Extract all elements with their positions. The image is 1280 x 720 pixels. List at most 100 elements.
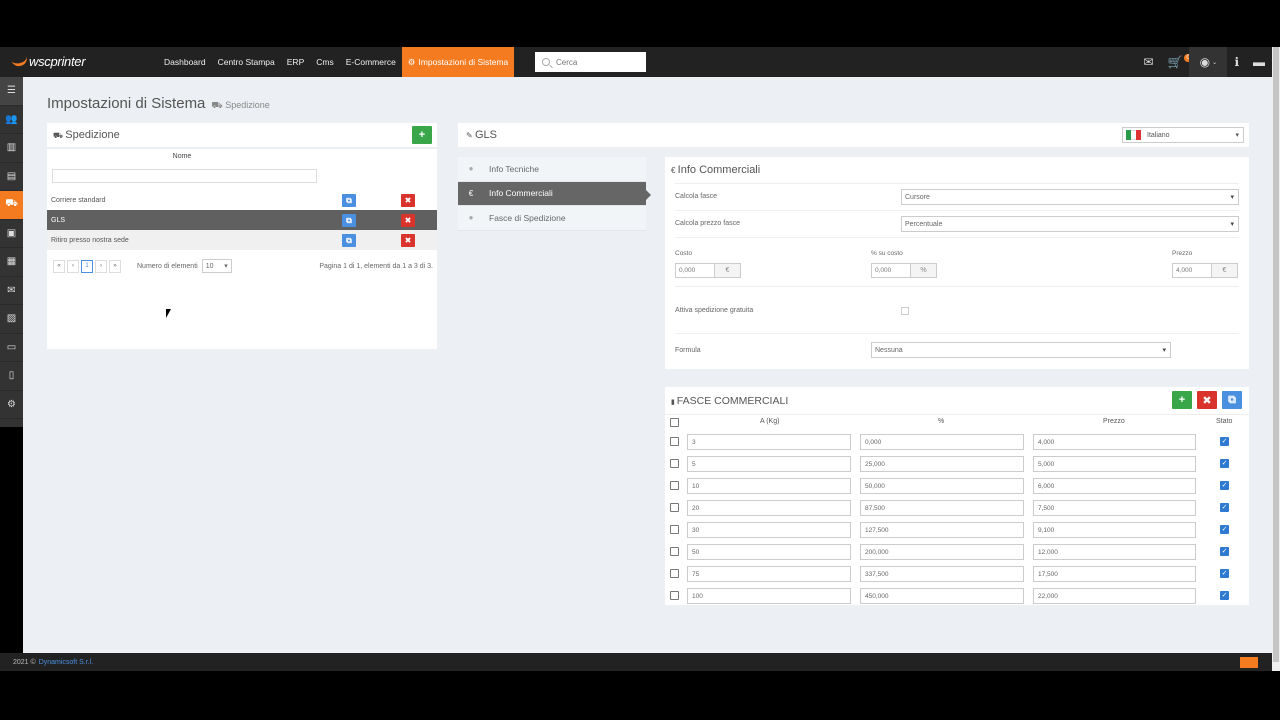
envelope-icon[interactable]: ✉ [0,277,23,305]
file-icon[interactable]: ▯ [0,362,23,391]
per-page-select[interactable]: 10 ▾ [201,259,232,273]
stato-checkbox[interactable]: ✓ [1220,547,1229,556]
perc-input[interactable]: 87,500 [860,500,1024,516]
stato-checkbox[interactable]: ✓ [1220,591,1229,600]
prezzo-input[interactable]: 5,000 [1033,456,1196,472]
row-checkbox[interactable] [670,503,679,512]
nav-centro-stampa[interactable]: Centro Stampa [212,47,281,77]
stato-checkbox[interactable]: ✓ [1220,525,1229,534]
perc-input[interactable]: 200,000 [860,544,1024,560]
a-kg-input[interactable]: 100 [687,588,851,604]
a-kg-input[interactable]: 50 [687,544,851,560]
delete-button[interactable]: ✖ [401,234,415,247]
search-box[interactable] [535,52,646,72]
brand-logo[interactable]: wscprinter [11,54,86,69]
monitor-icon[interactable]: ▭ [0,334,23,362]
nav-ecommerce[interactable]: E-Commerce [340,47,402,77]
prezzo-input[interactable]: 9,100 [1033,522,1196,538]
a-kg-input[interactable]: 75 [687,566,851,582]
perc-input[interactable]: 0,000 [860,434,1024,450]
delete-button[interactable]: ✖ [401,214,415,227]
select-all-checkbox[interactable] [670,418,679,427]
copy-button[interactable]: ⧉ [342,234,356,247]
first-page-button[interactable]: « [53,259,65,273]
chat-icon[interactable]: ▬ [1246,47,1272,77]
spedizione-gratuita-checkbox[interactable] [901,307,909,315]
chart-icon[interactable]: ▨ [0,305,23,334]
next-page-button[interactable]: › [95,259,107,273]
tab-fasce-di-spedizione[interactable]: ● Fasce di Spedizione [458,206,646,231]
a-kg-input[interactable]: 10 [687,478,851,494]
scrollbar-thumb[interactable] [1273,47,1279,662]
settings-icon[interactable]: ⚙ [0,391,23,419]
cart-button[interactable]: 🛒 0 [1160,47,1192,77]
users-icon[interactable]: 👥 [0,106,23,134]
user-menu[interactable]: ◉ ⌄ [1189,47,1228,77]
page-scrollbar[interactable] [1272,47,1280,671]
name-filter-input[interactable] [52,169,317,183]
perc-input[interactable]: 25,000 [860,456,1024,472]
building-icon[interactable]: ▥ [0,134,23,163]
delete-fasce-button[interactable]: ✖ [1197,391,1217,409]
row-checkbox[interactable] [670,481,679,490]
copy-fasce-button[interactable]: ⧉ [1222,391,1242,409]
page-1-button[interactable]: 1 [81,259,93,273]
mail-icon[interactable]: ▤ [0,163,23,191]
calcola-prezzo-fasce-select[interactable]: Percentuale ▾ [901,216,1239,232]
prezzo-input[interactable]: 17,500 [1033,566,1196,582]
prezzo-input[interactable]: 4,000 [1172,263,1212,278]
calcola-fasce-select[interactable]: Cursore ▾ [901,189,1239,205]
nav-erp[interactable]: ERP [281,47,310,77]
footer-action-button[interactable] [1240,657,1258,668]
prezzo-input[interactable]: 7,500 [1033,500,1196,516]
package-icon[interactable]: ▣ [0,220,23,248]
costo-input[interactable]: 0,000 [675,263,715,278]
prezzo-input[interactable]: 22,000 [1033,588,1196,604]
messages-icon[interactable]: ✉ [1136,47,1160,77]
prezzo-input[interactable]: 4,000 [1033,434,1196,450]
perc-input[interactable]: 127,500 [860,522,1024,538]
last-page-button[interactable]: » [109,259,121,273]
stato-checkbox[interactable]: ✓ [1220,437,1229,446]
row-checkbox[interactable] [670,569,679,578]
a-kg-input[interactable]: 5 [687,456,851,472]
copy-button[interactable]: ⧉ [342,194,356,207]
prev-page-button[interactable]: ‹ [67,259,79,273]
stato-checkbox[interactable]: ✓ [1220,459,1229,468]
row-checkbox[interactable] [670,591,679,600]
table-row[interactable]: Corriere standard ⧉ ✖ [47,190,437,210]
formula-select[interactable]: Nessuna ▾ [871,342,1171,358]
nav-dashboard[interactable]: Dashboard [158,47,212,77]
stato-checkbox[interactable]: ✓ [1220,569,1229,578]
perc-su-costo-input[interactable]: 0,000 [871,263,911,278]
a-kg-input[interactable]: 20 [687,500,851,516]
nav-cms[interactable]: Cms [310,47,339,77]
tab-info-commerciali[interactable]: € Info Commerciali [458,181,651,206]
prezzo-input[interactable]: 12,000 [1033,544,1196,560]
prezzo-input[interactable]: 6,000 [1033,478,1196,494]
perc-input[interactable]: 450,000 [860,588,1024,604]
search-input[interactable] [556,57,636,67]
table-row[interactable]: Ritiro presso nostra sede ⧉ ✖ [47,230,437,250]
table-row-selected[interactable]: GLS ⧉ ✖ [47,210,437,230]
a-kg-input[interactable]: 30 [687,522,851,538]
delete-button[interactable]: ✖ [401,194,415,207]
stato-checkbox[interactable]: ✓ [1220,481,1229,490]
nav-impostazioni-di-sistema[interactable]: ⚙ Impostazioni di Sistema [401,47,515,77]
perc-input[interactable]: 50,000 [860,478,1024,494]
add-fascia-button[interactable]: + [1172,391,1192,409]
stato-checkbox[interactable]: ✓ [1220,503,1229,512]
language-select[interactable]: Italiano ▾ [1122,127,1244,143]
add-spedizione-button[interactable]: + [412,126,432,144]
document-icon[interactable]: ▦ [0,248,23,277]
truck-icon[interactable]: ⛟ [0,191,23,220]
row-checkbox[interactable] [670,525,679,534]
copy-button[interactable]: ⧉ [342,214,356,227]
row-checkbox[interactable] [670,547,679,556]
info-icon[interactable]: ℹ [1227,47,1246,77]
row-checkbox[interactable] [670,437,679,446]
tab-info-tecniche[interactable]: ● Info Tecniche [458,157,646,182]
footer-company-link[interactable]: Dynamicsoft S.r.l. [39,659,93,666]
perc-input[interactable]: 337,500 [860,566,1024,582]
menu-toggle-icon[interactable]: ☰ [0,77,23,106]
